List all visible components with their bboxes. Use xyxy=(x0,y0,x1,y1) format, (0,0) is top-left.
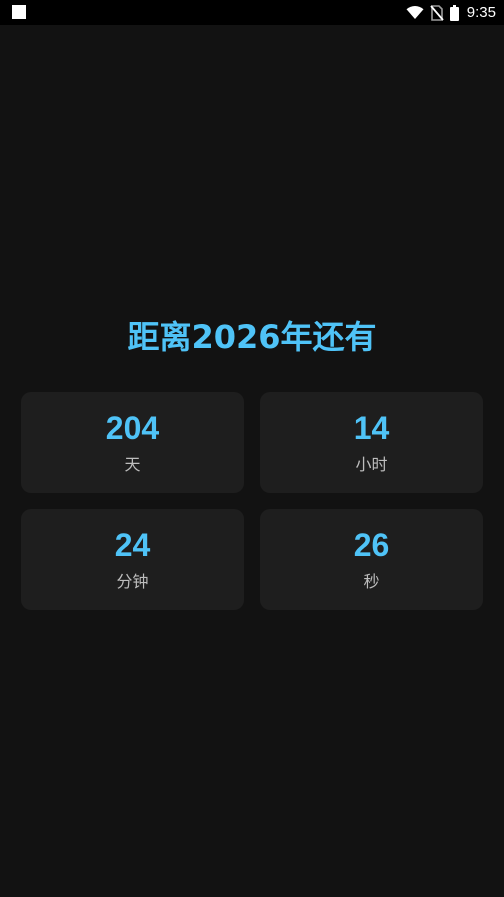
minutes-label: 分钟 xyxy=(116,572,149,591)
seconds-label: 秒 xyxy=(363,572,380,591)
battery-icon xyxy=(449,4,459,21)
no-sim-icon xyxy=(430,4,444,21)
days-label: 天 xyxy=(124,455,141,474)
wifi-icon xyxy=(406,5,424,19)
status-bar: 9:35 xyxy=(0,0,504,25)
minutes-value: 24 xyxy=(114,527,151,563)
app-notification-icon xyxy=(12,5,26,19)
page-title: 距离2026年还有 xyxy=(127,318,377,356)
countdown-card-hours: 14 小时 xyxy=(260,392,483,493)
hours-value: 14 xyxy=(353,410,390,446)
seconds-value: 26 xyxy=(353,527,390,563)
countdown-card-days: 204 天 xyxy=(21,392,244,493)
hours-label: 小时 xyxy=(355,455,388,474)
days-value: 204 xyxy=(105,410,160,446)
status-time: 9:35 xyxy=(466,4,496,21)
status-icons: 9:35 xyxy=(406,0,496,25)
countdown-card-seconds: 26 秒 xyxy=(260,509,483,610)
countdown-card-minutes: 24 分钟 xyxy=(21,509,244,610)
countdown-grid: 204 天 14 小时 24 分钟 26 秒 xyxy=(21,392,483,610)
